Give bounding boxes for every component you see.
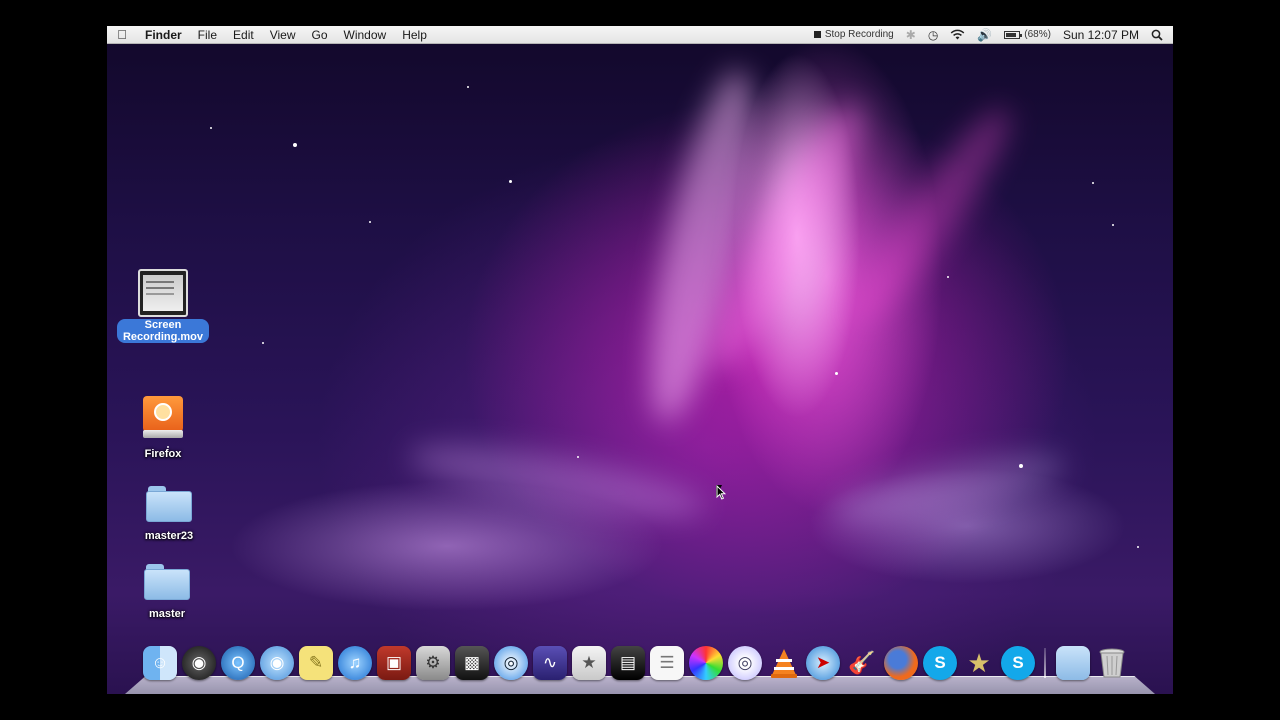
clock[interactable]: Sun 12:07 PM bbox=[1063, 28, 1139, 42]
desktop-item-label: Firefox bbox=[144, 448, 182, 460]
star bbox=[293, 143, 297, 147]
dock-separator bbox=[1044, 648, 1046, 678]
star bbox=[1092, 182, 1094, 184]
star bbox=[1019, 464, 1023, 468]
menu-help[interactable]: Help bbox=[394, 26, 435, 44]
imovie-icon[interactable]: ★ bbox=[962, 646, 996, 680]
firefox-disk-icon bbox=[143, 396, 183, 440]
aurora-beam bbox=[836, 95, 1028, 337]
stop-icon bbox=[813, 31, 821, 38]
menu-view[interactable]: View bbox=[262, 26, 304, 44]
battery-status[interactable]: (68%) bbox=[1004, 29, 1051, 40]
star bbox=[262, 342, 264, 344]
star bbox=[210, 127, 212, 129]
itunes-icon[interactable]: ♫ bbox=[338, 646, 372, 680]
volume-icon[interactable]: 🔊 bbox=[977, 28, 992, 42]
wifi-icon[interactable] bbox=[950, 29, 965, 40]
star bbox=[835, 372, 838, 375]
preview-icon[interactable]: ★ bbox=[572, 646, 606, 680]
desktop-item-master23[interactable]: master23 bbox=[119, 486, 219, 544]
menu-go[interactable]: Go bbox=[304, 26, 336, 44]
skype-icon[interactable]: S bbox=[923, 646, 957, 680]
desktop-item-label: master bbox=[148, 608, 186, 620]
menu-file[interactable]: File bbox=[190, 26, 225, 44]
desktop-item-label: Screen Recording.mov bbox=[116, 319, 210, 343]
desktop-item-screen-recording[interactable]: Screen Recording.mov bbox=[113, 269, 213, 345]
trash-icon[interactable] bbox=[1095, 646, 1129, 680]
finder-icon[interactable]: ☺ bbox=[143, 646, 177, 680]
star bbox=[1137, 546, 1139, 548]
desktop-item-label: master23 bbox=[144, 530, 194, 542]
apple-icon[interactable]:  bbox=[107, 27, 137, 42]
star bbox=[467, 86, 469, 88]
time-machine-icon[interactable]: ◷ bbox=[928, 28, 938, 42]
stop-recording-button[interactable]: Stop Recording bbox=[813, 29, 894, 40]
garageband-icon[interactable]: 🎸 bbox=[845, 646, 879, 680]
star bbox=[369, 221, 371, 223]
folder-icon bbox=[144, 564, 190, 600]
quicktime-icon[interactable]: Q bbox=[221, 646, 255, 680]
system-preferences-icon[interactable]: ⚙ bbox=[416, 646, 450, 680]
dashboard-icon[interactable]: ◉ bbox=[182, 646, 216, 680]
folder-icon bbox=[146, 486, 192, 522]
desktop-item-master[interactable]: master bbox=[117, 564, 217, 622]
stop-recording-label: Stop Recording bbox=[824, 29, 894, 40]
clapperboard-icon[interactable]: ▤ bbox=[611, 646, 645, 680]
star bbox=[947, 276, 949, 278]
battery-icon bbox=[1004, 30, 1023, 39]
audio-app-icon[interactable]: ∿ bbox=[533, 646, 567, 680]
skype-alt-icon[interactable]: S bbox=[1001, 646, 1035, 680]
aurora-beam bbox=[404, 430, 710, 532]
safari-icon[interactable]: ➤ bbox=[806, 646, 840, 680]
dock: ☺ ◉ Q ◉ ✎ ♫ ▣ ⚙ ▩ ◎ ∿ ★ ▤ ☰ ◎ ➤ 🎸 S ★ S bbox=[143, 644, 1134, 680]
stickies-icon[interactable]: ✎ bbox=[299, 646, 333, 680]
final-cut-icon[interactable]: ▩ bbox=[455, 646, 489, 680]
star bbox=[509, 180, 512, 183]
desktop-item-firefox[interactable]: Firefox bbox=[113, 396, 213, 462]
star bbox=[577, 456, 579, 458]
menu-edit[interactable]: Edit bbox=[225, 26, 262, 44]
firefox-icon[interactable] bbox=[884, 646, 918, 680]
dvd-studio-icon[interactable]: ◎ bbox=[728, 646, 762, 680]
menu-bar:  Finder File Edit View Go Window Help S… bbox=[107, 26, 1173, 44]
mouse-cursor-icon bbox=[716, 485, 726, 500]
photo-booth-icon[interactable]: ▣ bbox=[377, 646, 411, 680]
menu-window[interactable]: Window bbox=[336, 26, 395, 44]
vlc-icon[interactable] bbox=[767, 646, 801, 680]
textedit-icon[interactable]: ☰ bbox=[650, 646, 684, 680]
facetime-icon[interactable]: ◉ bbox=[260, 646, 294, 680]
bluetooth-icon[interactable]: ✱ bbox=[906, 28, 916, 42]
battery-percent: (68%) bbox=[1024, 29, 1051, 40]
color-wheel-icon[interactable] bbox=[689, 646, 723, 680]
desktop-screen:  Finder File Edit View Go Window Help S… bbox=[107, 26, 1173, 694]
spotlight-icon[interactable] bbox=[1151, 29, 1163, 41]
dvd-player-icon[interactable]: ◎ bbox=[494, 646, 528, 680]
aurora-beam bbox=[824, 441, 1070, 536]
movie-thumbnail-icon bbox=[138, 269, 188, 317]
star bbox=[1112, 224, 1114, 226]
menu-app-finder[interactable]: Finder bbox=[137, 26, 190, 44]
downloads-folder-icon[interactable] bbox=[1056, 646, 1090, 680]
